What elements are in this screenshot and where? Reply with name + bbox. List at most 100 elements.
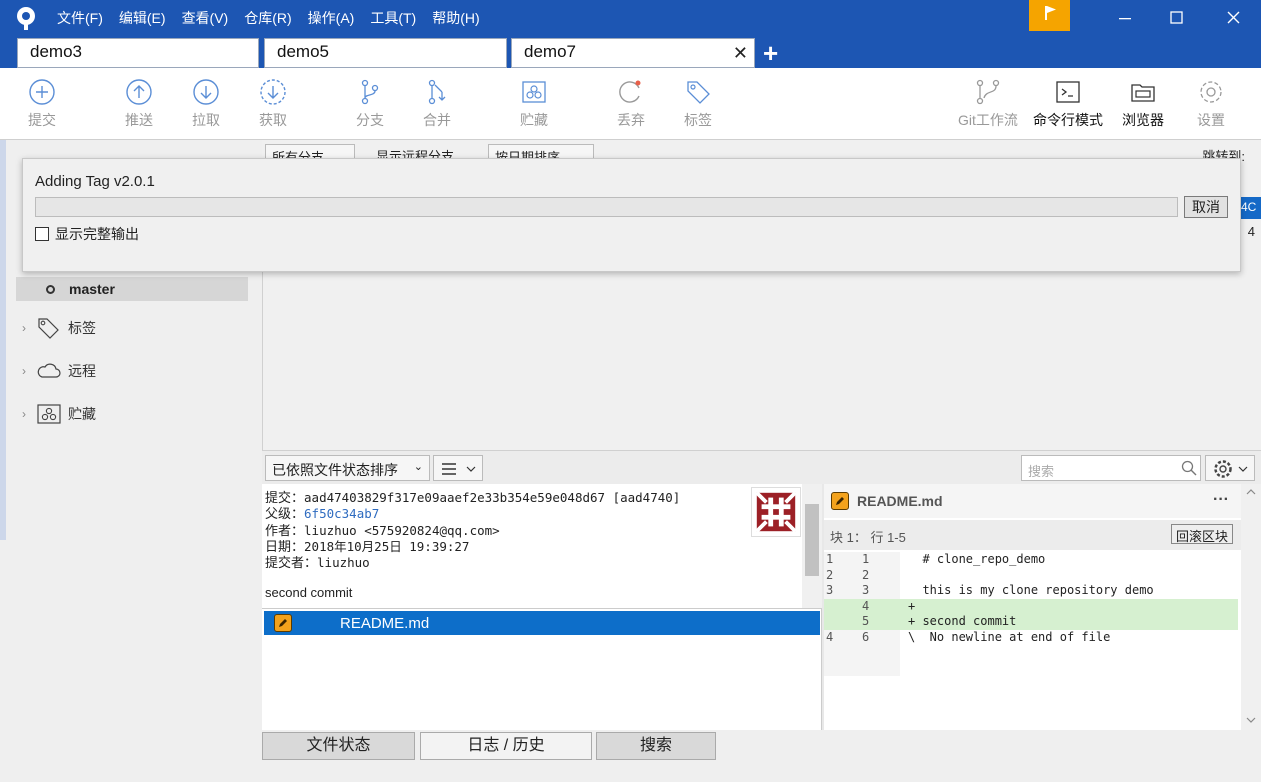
modified-pencil-icon — [274, 614, 292, 632]
menu-actions[interactable]: 操作(A) — [308, 8, 355, 28]
scroll-down-icon[interactable] — [1241, 712, 1261, 728]
diff-line-text: # clone_repo_demo — [908, 552, 1046, 566]
menu-repository[interactable]: 仓库(R) — [244, 8, 291, 28]
new-line-number: 3 — [862, 583, 870, 597]
file-sort-value: 已依照文件状态排序 — [272, 462, 398, 478]
tab-search[interactable]: 搜索 — [596, 732, 716, 760]
options-button[interactable] — [1205, 455, 1255, 481]
window-close-button[interactable] — [1208, 0, 1258, 36]
chevron-right-icon: › — [22, 321, 26, 335]
bottom-tab-bar: 文件状态 日志 / 历史 搜索 — [262, 730, 1261, 782]
menu-help[interactable]: 帮助(H) — [432, 8, 479, 28]
committer-value: liuzhuo — [317, 555, 370, 570]
gitflow-button[interactable]: Git工作流 — [950, 78, 1026, 130]
tab-label: demo5 — [277, 42, 329, 61]
diff-line-text: this is my clone repository demo — [908, 583, 1154, 597]
diff-line: 4 + — [824, 598, 1238, 614]
new-line-number: 2 — [862, 567, 870, 582]
branch-item-master[interactable]: master — [16, 277, 248, 301]
commit-row[interactable]: 4 — [1248, 224, 1255, 239]
settings-button[interactable]: 设置 — [1176, 78, 1246, 130]
stash-button[interactable]: 贮藏 — [499, 78, 569, 130]
diff-line: 5 + second commit — [824, 614, 1238, 630]
branch-label: 分支 — [356, 112, 384, 128]
parent-hash-link[interactable]: 6f50c34ab7 — [304, 506, 379, 521]
sidebar-edge — [0, 140, 6, 540]
sidebar-tags[interactable]: › 标签 — [22, 316, 96, 340]
scroll-up-icon[interactable] — [1241, 484, 1261, 500]
repo-tab-demo3[interactable]: demo3 — [17, 38, 259, 68]
merge-label: 合并 — [423, 112, 451, 128]
menu-view[interactable]: 查看(V) — [182, 8, 229, 28]
diff-line-text: + second commit — [908, 614, 1017, 628]
new-line-number: 1 — [862, 552, 870, 566]
pull-button[interactable]: 拉取 — [171, 78, 241, 130]
details-scrollbar[interactable] — [802, 484, 822, 608]
show-full-output-checkbox[interactable]: 显示完整输出 — [35, 224, 139, 244]
old-line-number: 2 — [826, 567, 834, 582]
gear-icon — [1200, 81, 1222, 103]
diff-scrollbar[interactable] — [1241, 484, 1261, 730]
diff-line: 1 1 # clone_repo_demo — [824, 552, 1238, 568]
stash-icon — [522, 81, 546, 103]
tab-file-status[interactable]: 文件状态 — [262, 732, 415, 760]
tag-icon — [38, 318, 59, 339]
menu-bar: 文件(F) 编辑(E) 查看(V) 仓库(R) 操作(A) 工具(T) 帮助(H… — [57, 8, 496, 28]
repo-tab-demo7[interactable]: demo7 ✕ — [511, 38, 755, 68]
window-maximize-button[interactable] — [1152, 0, 1202, 36]
cloud-icon — [37, 363, 61, 378]
sidebar-stashes[interactable]: › 贮藏 — [22, 403, 96, 425]
menu-tools[interactable]: 工具(T) — [370, 8, 416, 28]
cancel-button[interactable]: 取消 — [1184, 196, 1228, 218]
title-bar: 文件(F) 编辑(E) 查看(V) 仓库(R) 操作(A) 工具(T) 帮助(H… — [0, 0, 1261, 68]
search-input[interactable]: 搜索 — [1021, 455, 1201, 481]
tab-log-history[interactable]: 日志 / 历史 — [420, 732, 592, 760]
close-tab-icon[interactable]: ✕ — [733, 43, 748, 63]
gitflow-label: Git工作流 — [958, 112, 1018, 128]
list-icon — [442, 463, 476, 475]
settings-label: 设置 — [1197, 112, 1225, 128]
commit-label: 提交 — [28, 112, 56, 128]
push-button[interactable]: 推送 — [104, 78, 174, 130]
toolbar: 提交 推送 拉取 获取 分支 合并 贮藏 丢弃 标签 Git工作流 命令行模式 — [0, 68, 1261, 140]
fetch-label: 获取 — [259, 112, 287, 128]
repo-tab-demo5[interactable]: demo5 — [264, 38, 507, 68]
file-sort-select[interactable]: 已依照文件状态排序 ⌄ — [265, 455, 430, 481]
old-line-number: 1 — [826, 552, 834, 566]
terminal-button[interactable]: 命令行模式 — [1028, 78, 1108, 130]
old-line-number: 4 — [826, 629, 834, 644]
branch-button[interactable]: 分支 — [335, 78, 405, 130]
new-line-number: 5 — [862, 614, 870, 628]
push-icon — [126, 79, 152, 105]
window-minimize-button[interactable] — [1100, 0, 1150, 36]
file-row-readme[interactable]: README.md — [264, 611, 820, 635]
view-mode-button[interactable] — [433, 455, 483, 481]
sidebar-remotes[interactable]: › 远程 — [22, 361, 96, 381]
explorer-button[interactable]: 浏览器 — [1108, 78, 1178, 130]
merge-button[interactable]: 合并 — [402, 78, 472, 130]
commit-button[interactable]: 提交 — [7, 78, 77, 130]
discard-button[interactable]: 丢弃 — [596, 78, 666, 130]
pull-icon — [193, 79, 219, 105]
sidebar-remotes-label: 远程 — [68, 363, 96, 379]
progress-bar — [35, 197, 1178, 217]
selected-commit-row[interactable]: 4C — [1239, 197, 1261, 219]
menu-file[interactable]: 文件(F) — [57, 8, 103, 28]
more-options-icon[interactable]: ··· — [1213, 491, 1229, 509]
tag-button[interactable]: 标签 — [663, 78, 733, 130]
file-name: README.md — [340, 614, 430, 632]
diff-viewer: README.md ··· 块 1： 行 1-5 回滚区块 1 1 # clone… — [824, 484, 1261, 730]
app-logo-icon — [17, 7, 35, 30]
diff-file-name: README.md — [857, 493, 943, 509]
checkbox-box[interactable] — [35, 227, 49, 241]
show-full-output-label: 显示完整输出 — [55, 226, 139, 242]
menu-edit[interactable]: 编辑(E) — [119, 8, 166, 28]
new-tab-button[interactable]: + — [763, 40, 778, 66]
hunk-header: 块 1： 行 1-5 回滚区块 — [824, 520, 1241, 550]
diff-lines: 11 # clone_repo_demo 2 2 3 3 this is my clon… — [824, 552, 1238, 645]
notification-flag-button[interactable] — [1029, 0, 1070, 31]
fetch-button[interactable]: 获取 — [238, 78, 308, 130]
revert-hunk-button[interactable]: 回滚区块 — [1170, 524, 1233, 544]
scrollbar-thumb[interactable] — [805, 504, 819, 576]
chevron-right-icon: › — [22, 364, 26, 378]
